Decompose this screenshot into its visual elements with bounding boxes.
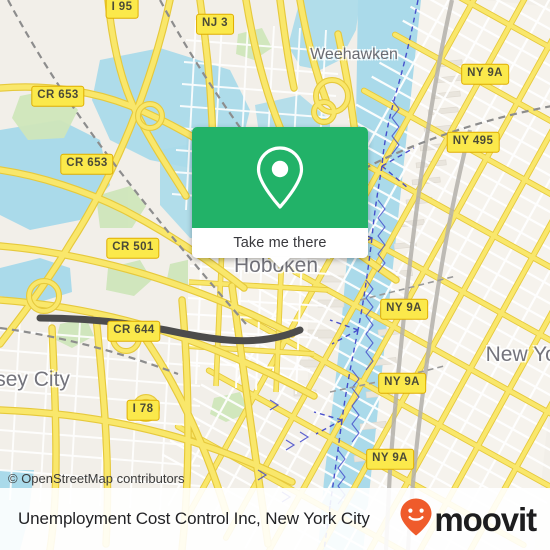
- road-shield: NY 495: [446, 131, 500, 153]
- popup-pointer-tail: [269, 257, 291, 268]
- moovit-brand: moovit: [399, 497, 537, 542]
- place-label-weehawken: Weehawken: [310, 46, 398, 63]
- road-shield: NY 9A: [461, 63, 509, 85]
- road-shield: CR 653: [60, 153, 114, 175]
- place-label-jersey-city: Jersey City: [0, 368, 70, 391]
- road-shield: NY 9A: [380, 298, 428, 320]
- road-shield: NJ 3: [196, 13, 234, 35]
- road-shield: NY 9A: [378, 372, 426, 394]
- map-attribution: © OpenStreetMap contributors: [8, 471, 185, 486]
- map-pin-icon: [252, 144, 308, 212]
- map-canvas[interactable]: I 95 NJ 3 CR 653 CR 653 CR 501 CR 644 I …: [0, 0, 550, 550]
- moovit-wordmark: moovit: [434, 500, 537, 538]
- place-label-new-york: New York: [485, 343, 550, 366]
- map-screenshot: I 95 NJ 3 CR 653 CR 653 CR 501 CR 644 I …: [0, 0, 550, 550]
- take-me-there-button[interactable]: Take me there: [192, 228, 368, 258]
- road-shield: I 78: [126, 399, 160, 421]
- location-title: Unemployment Cost Control Inc, New York …: [18, 509, 370, 528]
- road-shield: CR 501: [106, 237, 160, 259]
- road-shield: I 95: [105, 0, 139, 19]
- moovit-smiling-pin-icon: [399, 497, 433, 542]
- road-shield: CR 644: [107, 320, 161, 342]
- road-shield: CR 653: [31, 85, 85, 107]
- road-shield: NY 9A: [366, 448, 414, 470]
- bottom-info-bar: Unemployment Cost Control Inc, New York …: [0, 488, 550, 550]
- location-popup-card[interactable]: Take me there: [192, 127, 368, 268]
- popup-header: [192, 127, 368, 228]
